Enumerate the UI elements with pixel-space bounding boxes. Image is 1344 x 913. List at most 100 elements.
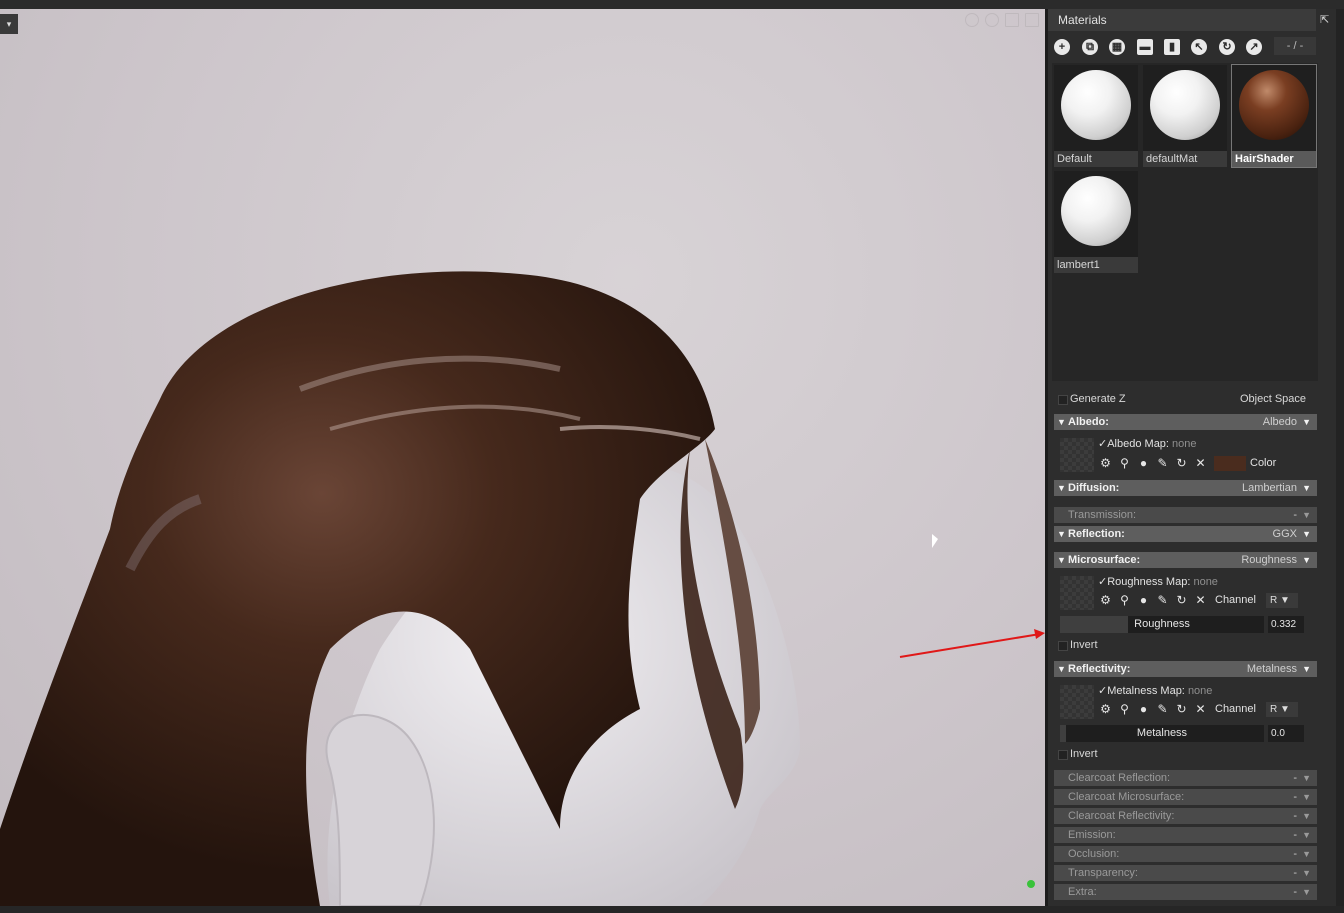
section-title: Reflection: (1068, 528, 1125, 540)
section-dropdown[interactable]: - (1293, 865, 1297, 881)
section-transparency[interactable]: Transparency: - ▼ (1054, 865, 1317, 881)
section-dropdown[interactable]: - (1293, 789, 1297, 805)
material-thumb-defaultmat[interactable]: defaultMat (1143, 65, 1227, 167)
orbit-icon[interactable] (985, 13, 999, 27)
target-icon[interactable] (965, 13, 979, 27)
roughness-slider[interactable]: Roughness (1060, 616, 1264, 633)
section-transmission[interactable]: Transmission: - ▼ (1054, 507, 1317, 523)
roughness-map-slot[interactable] (1060, 576, 1094, 610)
invert-checkbox[interactable] (1058, 750, 1068, 760)
section-clearcoat-reflectivity[interactable]: Clearcoat Reflectivity: - ▼ (1054, 808, 1317, 824)
roughness-invert-row[interactable]: Invert (1054, 637, 1333, 653)
viewport-menu-button[interactable]: ▾ (0, 14, 18, 34)
duplicate-icon[interactable]: ⧉ (1082, 39, 1098, 55)
section-clearcoat-microsurface[interactable]: Clearcoat Microsurface: - ▼ (1054, 789, 1317, 805)
search-icon[interactable]: ⚲ (1117, 702, 1132, 717)
pencil-icon[interactable]: ✎ (1155, 456, 1170, 471)
section-title: Clearcoat Microsurface: (1068, 791, 1185, 803)
search-icon[interactable]: ⚲ (1117, 456, 1132, 471)
channel-label: Channel (1215, 703, 1256, 715)
section-emission[interactable]: Emission: - ▼ (1054, 827, 1317, 843)
eyedropper-icon[interactable]: ● (1136, 702, 1151, 717)
refresh-icon[interactable]: ↻ (1219, 39, 1235, 55)
metalness-slider-row: Metalness 0.0 (1054, 725, 1317, 742)
pencil-icon[interactable]: ✎ (1155, 702, 1170, 717)
section-dropdown[interactable]: - (1293, 808, 1297, 824)
reflectivity-mode-dropdown[interactable]: Metalness (1247, 661, 1297, 677)
settings-icon[interactable]: ⚙ (1098, 456, 1113, 471)
section-reflection[interactable]: ▼ Reflection: GGX ▼ (1054, 526, 1317, 542)
material-thumb-hairshader[interactable]: HairShader (1231, 64, 1317, 168)
close-icon[interactable]: ✕ (1193, 456, 1208, 471)
object-space-label[interactable]: Object Space (1240, 391, 1306, 407)
refresh-icon[interactable]: ↻ (1174, 456, 1189, 471)
expand-triangle-icon: ▼ (1057, 483, 1066, 493)
export-icon[interactable]: ↗ (1246, 39, 1262, 55)
section-microsurface[interactable]: ▼ Microsurface: Roughness ▼ (1054, 552, 1317, 568)
settings-icon[interactable]: ⚙ (1098, 702, 1113, 717)
section-occlusion[interactable]: Occlusion: - ▼ (1054, 846, 1317, 862)
delete-icon[interactable]: ▮ (1164, 39, 1180, 55)
viewport-icons (965, 13, 1039, 27)
channel-select[interactable]: R ▼ (1266, 702, 1298, 717)
section-dropdown[interactable]: - (1293, 827, 1297, 843)
channel-select[interactable]: R ▼ (1266, 593, 1298, 608)
refresh-icon[interactable]: ↻ (1174, 593, 1189, 608)
metalness-map-slot[interactable] (1060, 685, 1094, 719)
metalness-slider[interactable]: Metalness (1060, 725, 1264, 742)
metalness-map-label: ✓Metalness Map: none (1098, 685, 1213, 697)
reflection-mode-dropdown[interactable]: GGX (1273, 526, 1297, 542)
material-label: HairShader (1232, 151, 1316, 167)
pick-icon[interactable]: ↖ (1191, 39, 1207, 55)
3d-viewport[interactable]: ▾ (0, 9, 1045, 906)
eyedropper-icon[interactable]: ● (1136, 456, 1151, 471)
chevron-down-icon: ▼ (1302, 887, 1311, 897)
invert-checkbox[interactable] (1058, 641, 1068, 651)
refresh-icon[interactable]: ↻ (1174, 702, 1189, 717)
metalness-invert-row[interactable]: Invert (1054, 746, 1333, 762)
eyedropper-icon[interactable]: ● (1136, 593, 1151, 608)
section-albedo[interactable]: ▼ Albedo: Albedo ▼ (1054, 414, 1317, 430)
checker-icon[interactable]: ▦ (1109, 39, 1125, 55)
section-diffusion[interactable]: ▼ Diffusion: Lambertian ▼ (1054, 480, 1317, 496)
close-icon[interactable]: ✕ (1193, 702, 1208, 717)
section-dropdown[interactable]: - (1293, 846, 1297, 862)
diffusion-mode-dropdown[interactable]: Lambertian (1242, 480, 1297, 496)
close-icon[interactable]: ✕ (1193, 593, 1208, 608)
material-thumb-default[interactable]: Default (1054, 65, 1138, 167)
section-title: Diffusion: (1068, 482, 1120, 494)
albedo-map-label: ✓Albedo Map: none (1098, 438, 1197, 450)
microsurface-mode-dropdown[interactable]: Roughness (1241, 552, 1297, 568)
albedo-mode-dropdown[interactable]: Albedo (1263, 414, 1297, 430)
section-dropdown[interactable]: - (1293, 884, 1297, 900)
settings-icon[interactable]: ⚙ (1098, 593, 1113, 608)
material-thumb-lambert1[interactable]: lambert1 (1054, 171, 1138, 273)
chevron-down-icon: ▼ (1302, 483, 1311, 493)
panel-scrollbar[interactable] (1336, 9, 1344, 906)
pencil-icon[interactable]: ✎ (1155, 593, 1170, 608)
tab-materials[interactable]: Materials (1048, 9, 1316, 31)
maximize-icon[interactable] (1025, 13, 1039, 27)
add-material-icon[interactable]: + (1054, 39, 1070, 55)
search-icon[interactable]: ⚲ (1117, 593, 1132, 608)
section-reflectivity[interactable]: ▼ Reflectivity: Metalness ▼ (1054, 661, 1317, 677)
albedo-map-slot[interactable] (1060, 438, 1094, 472)
section-extra[interactable]: Extra: - ▼ (1054, 884, 1317, 900)
material-preview-sphere (1061, 176, 1131, 246)
roughness-value-field[interactable]: 0.332 (1268, 616, 1304, 633)
chevron-down-icon: ▼ (1302, 417, 1311, 427)
frame-icon[interactable] (1005, 13, 1019, 27)
chevron-down-icon: ▼ (1302, 868, 1311, 878)
albedo-color-swatch[interactable] (1214, 456, 1246, 471)
popout-icon[interactable]: ⇱ (1320, 13, 1332, 26)
generate-z-checkbox[interactable] (1058, 395, 1068, 405)
material-preview-sphere (1061, 70, 1131, 140)
generate-z-row[interactable]: Generate Z Object Space (1054, 391, 1333, 407)
expand-triangle-icon: ▼ (1057, 417, 1066, 427)
transmission-dropdown[interactable]: - (1293, 507, 1297, 523)
folder-icon[interactable]: ▬ (1137, 39, 1153, 55)
material-count-field[interactable]: - / - (1274, 37, 1316, 55)
metalness-value-field[interactable]: 0.0 (1268, 725, 1304, 742)
section-dropdown[interactable]: - (1293, 770, 1297, 786)
section-clearcoat-reflection[interactable]: Clearcoat Reflection: - ▼ (1054, 770, 1317, 786)
